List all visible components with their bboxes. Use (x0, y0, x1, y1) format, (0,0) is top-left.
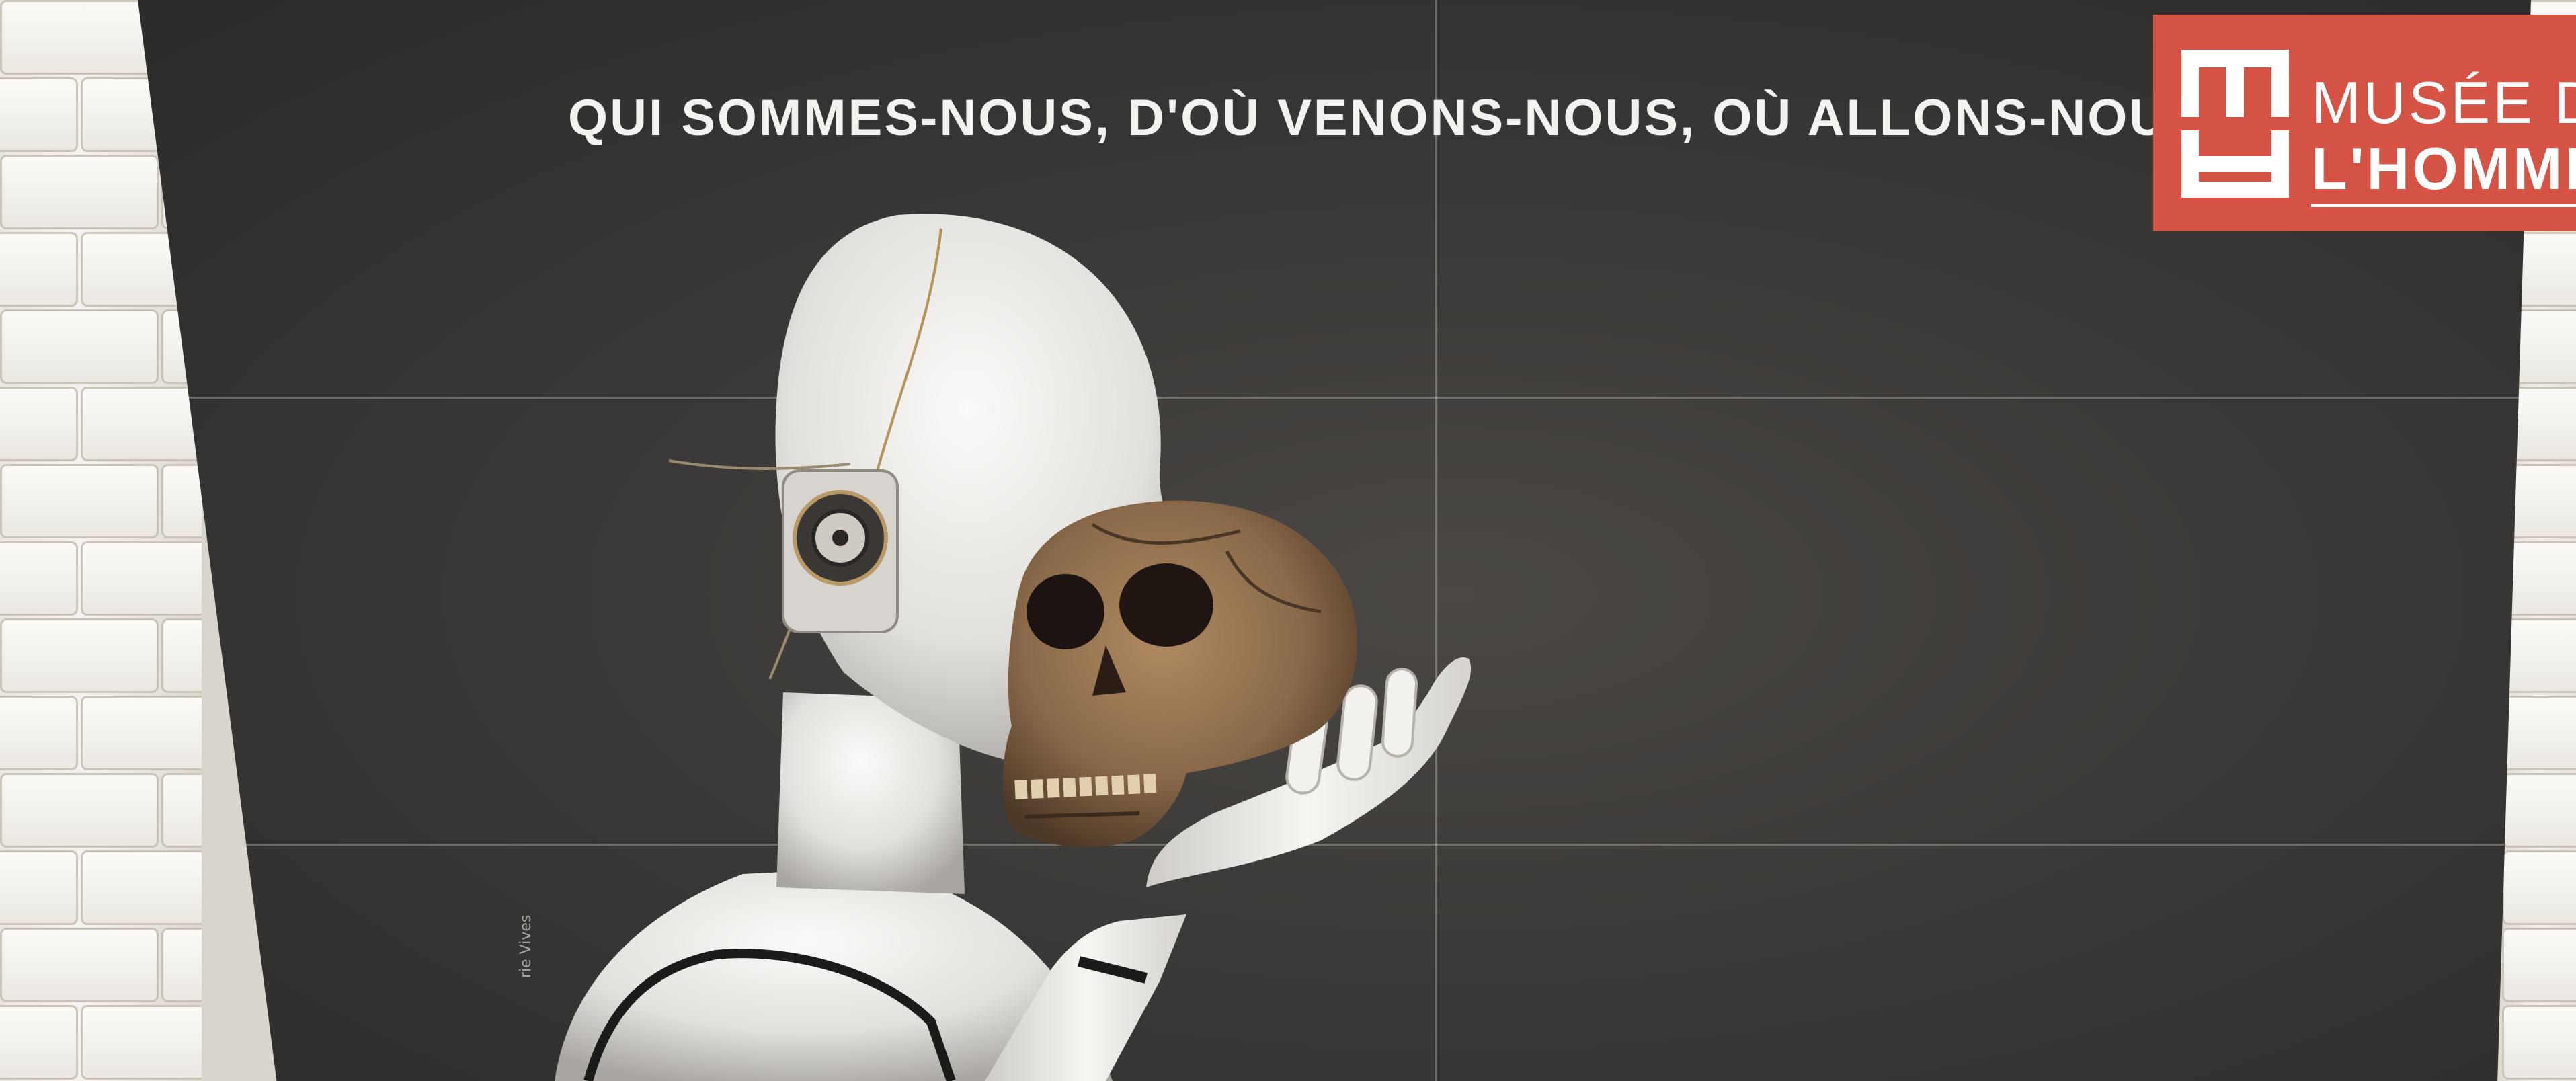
wall-tile (161, 618, 202, 693)
robot-ear-mechanism-icon (782, 469, 899, 633)
wall-tile (161, 773, 202, 848)
wall-tile (0, 77, 78, 152)
wall-tile (81, 387, 202, 461)
wall-tile (0, 155, 159, 229)
wall-tile (0, 309, 159, 384)
wall-tile (0, 696, 78, 770)
wall-tile (0, 232, 78, 307)
wall-tile (2502, 773, 2576, 848)
wall-tile (161, 928, 202, 1002)
wall-tile (0, 773, 159, 848)
logo-text-line2: L'HOMME (2311, 135, 2576, 202)
wall-tile (0, 541, 78, 616)
wall-tile (81, 850, 202, 925)
wall-tile (2502, 696, 2576, 770)
wall-tile (81, 1005, 202, 1080)
wall-tile (2502, 1005, 2576, 1080)
musee-de-lhomme-logo: MUSÉE DE L'HOMME (2153, 15, 2576, 231)
wall-tile (2502, 850, 2576, 925)
wall-tile (2502, 618, 2576, 693)
wall-tile (81, 541, 202, 616)
wall-tile (0, 618, 159, 693)
wall-tile (0, 850, 78, 925)
wall-tile (161, 464, 202, 538)
wall-tile (0, 387, 78, 461)
wall-tile (0, 0, 159, 75)
mh-monogram-icon (2181, 50, 2289, 198)
wall-tile (2502, 928, 2576, 1002)
photo-credit: rie Vives (518, 914, 534, 978)
wall-tile (0, 928, 159, 1002)
logo-text-line1: MUSÉE DE (2311, 69, 2576, 136)
poster-headline: QUI SOMMES-NOUS, D'OÙ VENONS-NOUS, OÙ AL… (568, 89, 2254, 147)
logo-underline (2311, 204, 2576, 207)
wall-tile (81, 696, 202, 770)
wall-tile (0, 464, 159, 538)
wall-tile (0, 1005, 78, 1080)
